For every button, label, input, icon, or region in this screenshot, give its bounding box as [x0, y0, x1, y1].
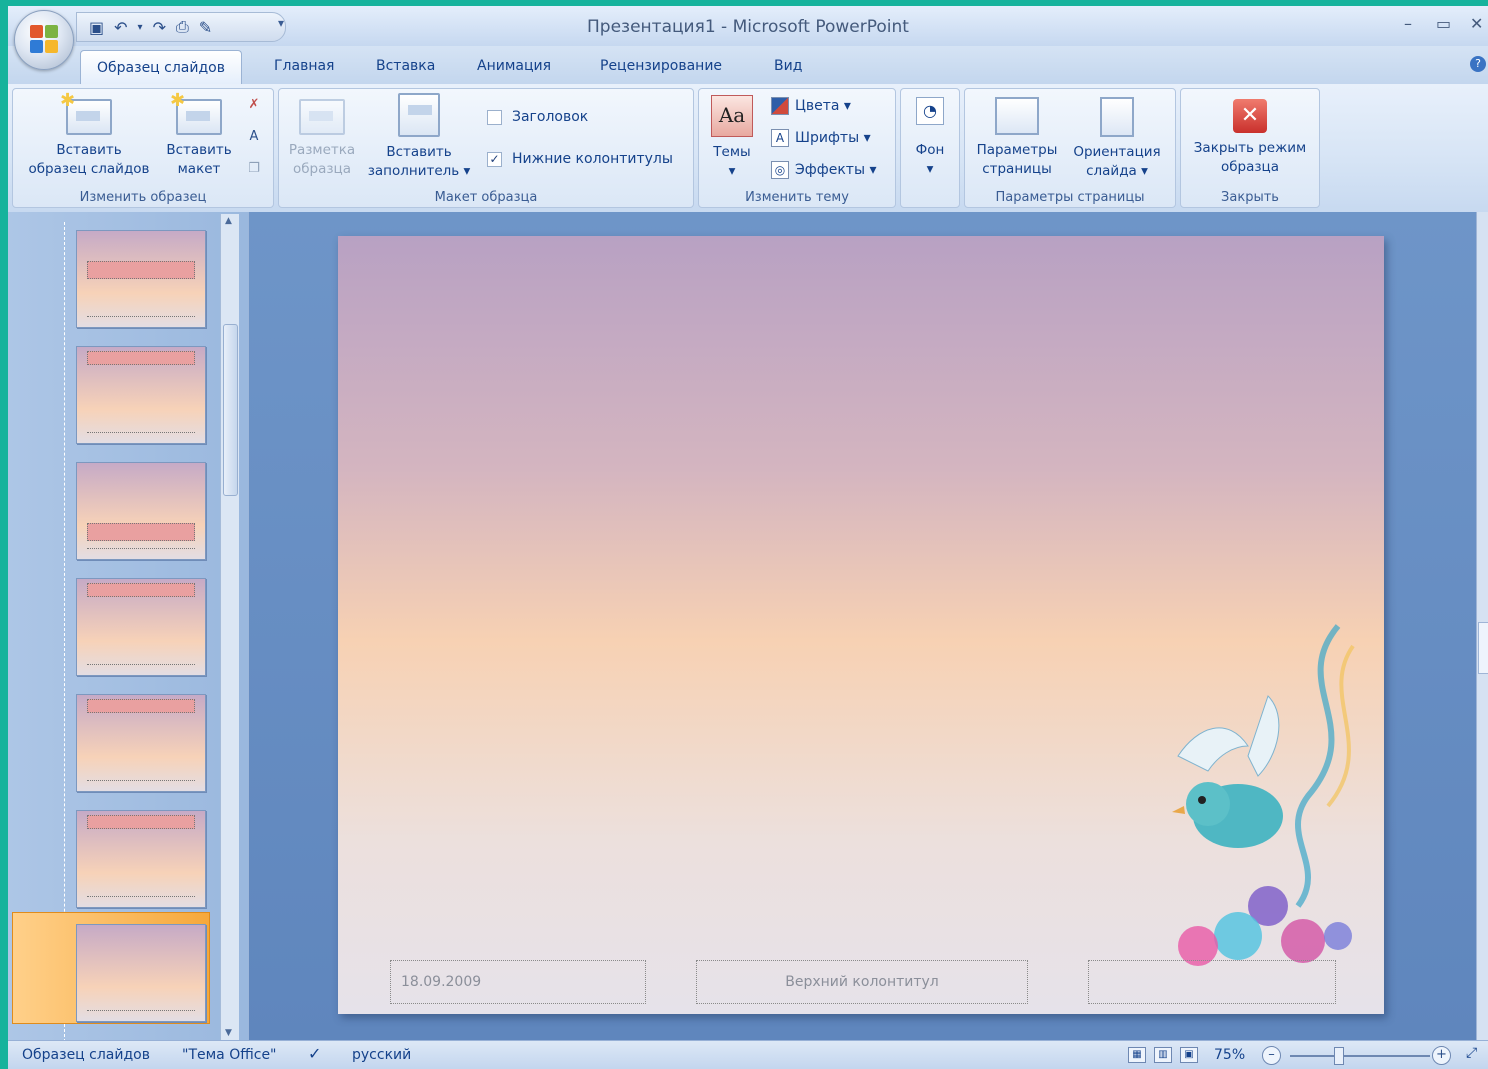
tab-view[interactable]: Вид — [774, 58, 802, 74]
layout-thumbnail-title-only[interactable] — [76, 810, 206, 908]
footers-checkbox[interactable]: ✓ Нижние колонтитулы — [487, 151, 673, 167]
slides-pane-scrollbar[interactable]: ▲ ▼ — [220, 214, 239, 1040]
tab-review[interactable]: Рецензирование — [600, 58, 722, 74]
group-label: Изменить тему — [745, 190, 849, 205]
minimize-button[interactable]: – — [1404, 14, 1412, 33]
close-button[interactable]: ✕ — [1470, 14, 1483, 33]
master-layout-icon — [299, 99, 345, 135]
fonts-button[interactable]: A Шрифты ▾ — [771, 129, 871, 147]
group-label: Параметры страницы — [995, 190, 1145, 205]
slide-orientation-button[interactable]: Ориентация слайда ▾ — [1065, 97, 1169, 181]
orientation-icon — [1100, 97, 1134, 137]
group-background: ◔ Фон ▾ — [900, 88, 960, 208]
group-label: Изменить образец — [79, 190, 207, 205]
date-placeholder[interactable]: 18.09.2009 — [390, 960, 646, 1004]
effects-icon: ◎ — [771, 161, 789, 179]
themes-icon: Aa — [711, 95, 753, 137]
slide-master-icon: ✱ — [60, 91, 112, 135]
main-scrollbar[interactable] — [1476, 212, 1488, 1040]
normal-view-icon[interactable]: ▦ — [1128, 1047, 1146, 1063]
fonts-icon: A — [771, 129, 789, 147]
layout-thumbnail-blank[interactable] — [76, 924, 206, 1022]
group-label: Закрыть — [1221, 190, 1279, 205]
group-master-layout: Разметка образца Вставить заполнитель ▾ … — [278, 88, 694, 208]
zoom-slider-knob[interactable] — [1334, 1047, 1344, 1065]
scrollbar-thumb[interactable] — [223, 324, 238, 496]
zoom-slider-track[interactable] — [1290, 1055, 1430, 1057]
theme-name-label: "Тема Office" — [182, 1047, 277, 1063]
scroll-up-icon[interactable]: ▲ — [225, 216, 232, 226]
slide-master-canvas[interactable]: 18.09.2009 Верхний колонтитул — [338, 236, 1384, 1014]
tab-home[interactable]: Главная — [274, 58, 334, 74]
layout-thumbnail-section[interactable] — [76, 462, 206, 560]
zoom-in-button[interactable]: + — [1432, 1046, 1451, 1065]
preserve-icon[interactable]: ❐ — [245, 161, 263, 179]
spell-check-icon[interactable]: ✓ — [308, 1044, 321, 1063]
background-styles-button[interactable]: ◔ Фон ▾ — [905, 97, 955, 179]
slides-pane — [8, 212, 248, 1040]
page-setup-button[interactable]: Параметры страницы — [969, 97, 1065, 179]
language-label[interactable]: русский — [352, 1047, 411, 1063]
insert-slide-master-button[interactable]: ✱ Вставить образец слайдов — [19, 91, 159, 179]
group-page-setup: Параметры страницы Ориентация слайда ▾ П… — [964, 88, 1176, 208]
colors-button[interactable]: Цвета ▾ — [771, 97, 851, 115]
insert-layout-button[interactable]: ✱ Вставить макет — [159, 91, 239, 179]
effects-button[interactable]: ◎ Эффекты ▾ — [771, 161, 876, 179]
ribbon-tabs: Образец слайдов Главная Вставка Анимация… — [8, 46, 1488, 85]
ribbon: ✱ Вставить образец слайдов ✱ Вставить ма… — [8, 84, 1488, 213]
themes-button[interactable]: Aa Темы ▾ — [705, 95, 759, 181]
title-bar: ▣ ↶ ▾ ↷ ⎙ ✎ ▾ Презентация1 - Microsoft P… — [8, 6, 1488, 46]
delete-icon[interactable]: ✗ — [245, 97, 263, 115]
group-close: ✕ Закрыть режим образца Закрыть — [1180, 88, 1320, 208]
rename-icon[interactable]: A — [245, 129, 263, 147]
master-layout-button[interactable]: Разметка образца — [283, 99, 361, 179]
slide-number-placeholder[interactable] — [1088, 960, 1336, 1004]
window-title: Презентация1 - Microsoft PowerPoint — [587, 17, 909, 37]
layout-thumbnail-comparison[interactable] — [76, 694, 206, 792]
tab-animation[interactable]: Анимация — [477, 58, 551, 74]
scroll-down-icon[interactable]: ▼ — [225, 1028, 232, 1038]
main-scrollbar-thumb[interactable] — [1478, 622, 1488, 674]
zoom-out-button[interactable]: – — [1262, 1046, 1281, 1065]
colors-icon — [771, 97, 789, 115]
footers-checkbox-box[interactable]: ✓ — [487, 151, 502, 167]
powerpoint-window: ▣ ↶ ▾ ↷ ⎙ ✎ ▾ Презентация1 - Microsoft P… — [8, 6, 1488, 1069]
layout-thumbnail-two-content[interactable] — [76, 578, 206, 676]
view-mode-label: Образец слайдов — [22, 1047, 150, 1063]
zoom-level[interactable]: 75% — [1214, 1047, 1245, 1063]
layout-icon: ✱ — [170, 91, 222, 135]
tab-slide-master[interactable]: Образец слайдов — [80, 50, 242, 85]
footer-placeholder[interactable]: Верхний колонтитул — [696, 960, 1028, 1004]
bird-flower-illustration — [1172, 624, 1355, 966]
placeholder-icon — [398, 93, 440, 137]
layout-thumbnail-title-content[interactable] — [76, 346, 206, 444]
office-logo-icon — [30, 25, 58, 53]
slide-sorter-view-icon[interactable]: ▥ — [1154, 1047, 1172, 1063]
office-button[interactable] — [14, 10, 74, 70]
group-label: Макет образца — [434, 190, 538, 205]
fit-to-window-icon[interactable]: ⤢ — [1466, 1045, 1477, 1061]
title-checkbox-box[interactable] — [487, 109, 502, 125]
restore-button[interactable]: ▭ — [1436, 14, 1451, 33]
insert-placeholder-button[interactable]: Вставить заполнитель ▾ — [363, 93, 475, 181]
close-icon: ✕ — [1233, 99, 1267, 133]
group-edit-master: ✱ Вставить образец слайдов ✱ Вставить ма… — [12, 88, 274, 208]
group-edit-theme: Aa Темы ▾ Цвета ▾ A Шрифты ▾ ◎ Эффекты ▾… — [698, 88, 896, 208]
page-setup-icon — [995, 97, 1039, 135]
tab-insert[interactable]: Вставка — [376, 58, 435, 74]
help-icon[interactable]: ? — [1470, 56, 1486, 72]
status-bar: Образец слайдов "Тема Office" ✓ русский … — [8, 1040, 1488, 1069]
master-thumbnail[interactable] — [76, 230, 206, 328]
slide-show-view-icon[interactable]: ▣ — [1180, 1047, 1198, 1063]
title-checkbox[interactable]: Заголовок — [487, 109, 588, 125]
background-icon: ◔ — [916, 97, 944, 125]
close-master-view-button[interactable]: ✕ Закрыть режим образца — [1183, 99, 1317, 177]
